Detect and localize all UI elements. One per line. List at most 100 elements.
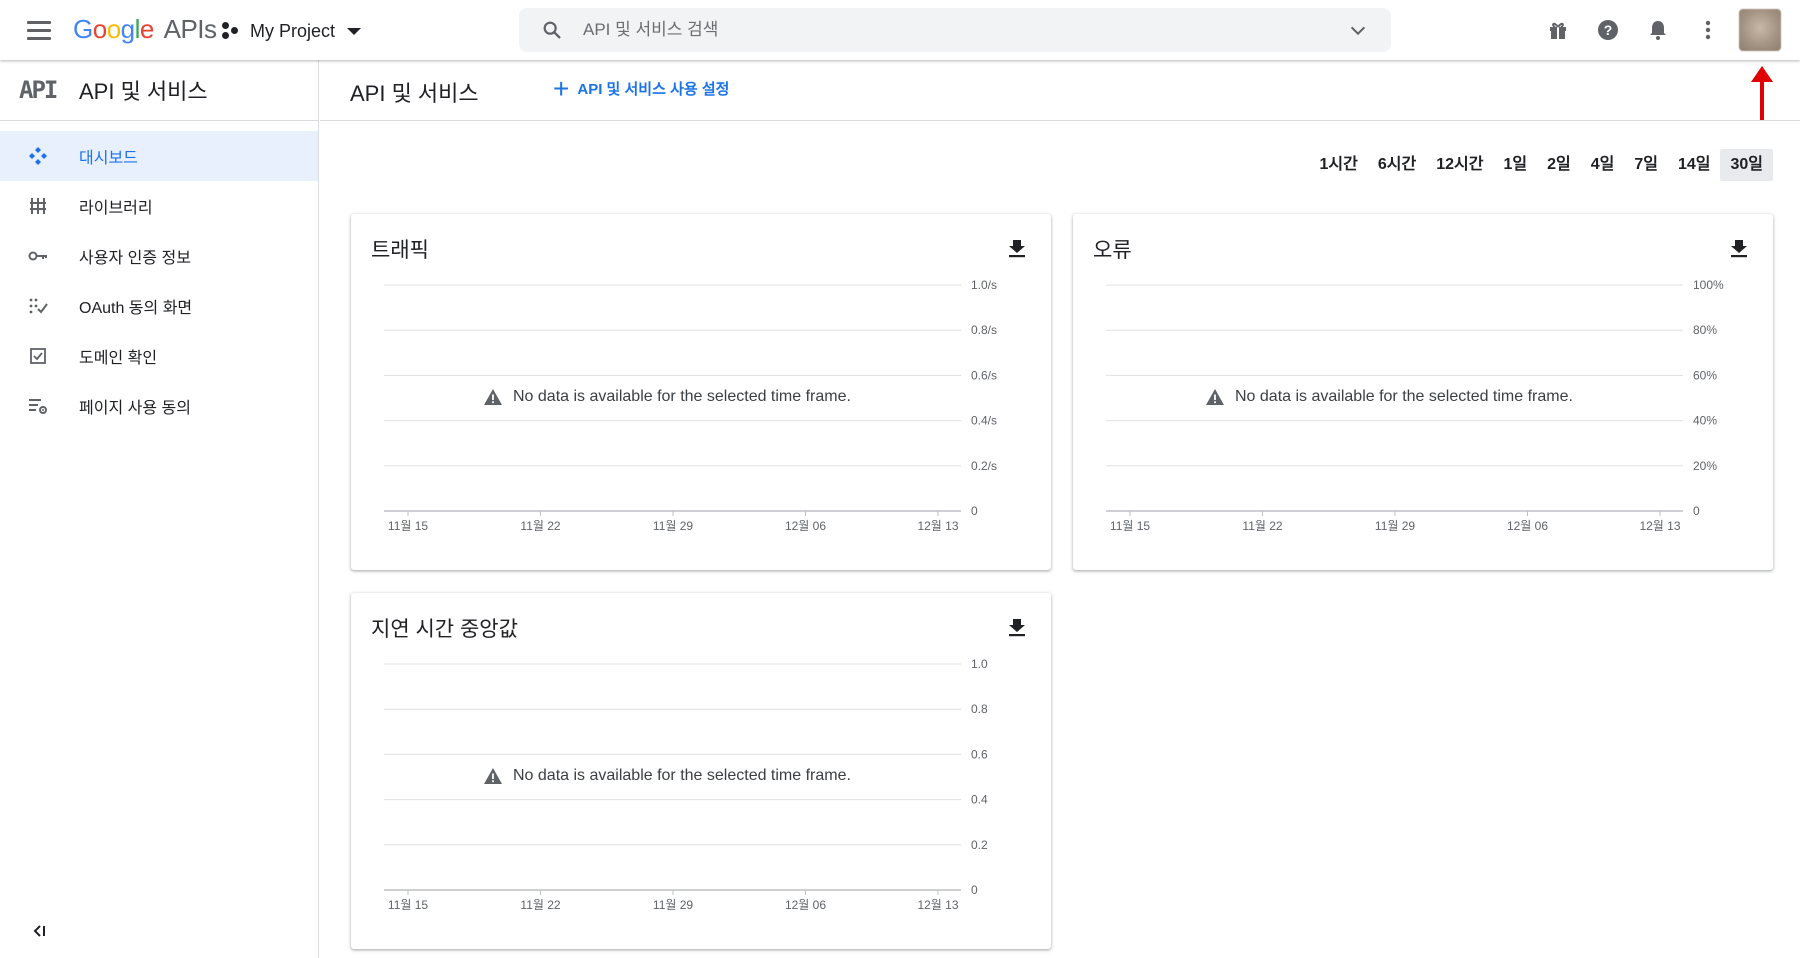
x-tick-label: 11월 15 xyxy=(388,898,429,912)
sidebar-item-label: 사용자 인증 정보 xyxy=(79,250,191,267)
time-range-5[interactable]: 4일 xyxy=(1581,149,1625,181)
no-data-text: No data is available for the selected ti… xyxy=(1235,388,1573,405)
sidebar-item-label: 대시보드 xyxy=(79,150,138,167)
bell-icon[interactable] xyxy=(1646,18,1670,42)
y-tick-label: 0 xyxy=(1693,504,1700,518)
x-tick-label: 12월 13 xyxy=(1639,519,1680,533)
time-range-selector: 1시간 6시간 12시간 1일 2일 4일 7일 14일 30일 xyxy=(1310,149,1773,181)
project-selector[interactable]: My Project xyxy=(222,18,362,44)
time-range-8[interactable]: 30일 xyxy=(1720,149,1773,181)
sidebar-item-label: 도메인 확인 xyxy=(79,350,158,367)
time-range-4[interactable]: 2일 xyxy=(1537,149,1581,181)
enable-apis-label: API 및 서비스 사용 설정 xyxy=(577,81,730,98)
y-tick-label: 100% xyxy=(1693,278,1724,292)
time-range-7[interactable]: 14일 xyxy=(1668,149,1721,181)
x-tick-label: 11월 22 xyxy=(520,898,561,912)
x-tick-label: 12월 13 xyxy=(917,519,958,533)
y-tick-label: 0.4/s xyxy=(971,414,997,428)
y-tick-label: 0.2 xyxy=(971,838,988,852)
y-tick-label: 80% xyxy=(1693,323,1717,337)
sidebar-item-oauth[interactable]: OAuth 동의 화면 xyxy=(0,281,318,331)
y-tick-label: 0.2/s xyxy=(971,459,997,473)
gift-icon[interactable] xyxy=(1546,18,1570,42)
y-tick-label: 1.0 xyxy=(971,657,988,671)
consent-icon xyxy=(29,298,48,314)
sidebar-item-library[interactable]: 라이브러리 xyxy=(0,181,318,231)
warning-icon xyxy=(484,768,502,784)
logo-letter: G xyxy=(73,14,93,44)
sidebar-header: API API 및 서비스 xyxy=(0,60,318,121)
logo-letter: o xyxy=(92,14,107,44)
more-vert-icon[interactable] xyxy=(1696,18,1720,42)
no-data-text: No data is available for the selected ti… xyxy=(513,767,851,784)
sidebar-nav: 대시보드 라이브러리 사용자 인증 정보 OAuth 동의 화면 도메인 확인 … xyxy=(0,131,318,431)
help-icon[interactable]: ? xyxy=(1596,18,1620,42)
x-tick-label: 12월 06 xyxy=(785,519,826,533)
y-tick-label: 20% xyxy=(1693,459,1717,473)
sidebar-item-domain[interactable]: 도메인 확인 xyxy=(0,331,318,381)
no-data-message: No data is available for the selected ti… xyxy=(483,388,851,406)
api-logo-icon: API xyxy=(19,77,59,103)
sidebar-item-label: 라이브러리 xyxy=(79,200,153,217)
dashboard-icon xyxy=(29,147,47,165)
x-tick-label: 11월 22 xyxy=(520,519,561,533)
time-range-6[interactable]: 7일 xyxy=(1624,149,1668,181)
x-tick-label: 12월 13 xyxy=(917,898,958,912)
google-apis-logo[interactable]: Google APIs xyxy=(73,14,217,45)
y-tick-label: 60% xyxy=(1693,368,1717,382)
logo-letter: e xyxy=(139,14,154,44)
logo-letter: g xyxy=(120,14,135,44)
project-name: My Project xyxy=(250,20,336,41)
page-title: API 및 서비스 xyxy=(350,81,479,106)
search-icon xyxy=(543,21,561,39)
errors-chart-card: 오류 0 20% 40% 60% 80% 100% 11월 15 11월 22 11월 29 12월… xyxy=(1073,214,1773,570)
y-tick-label: 0.8/s xyxy=(971,323,997,337)
top-bar: Google APIs My Project ? xyxy=(0,0,1800,60)
sidebar-title: API 및 서비스 xyxy=(79,79,208,104)
main-content: API 및 서비스 + API 및 서비스 사용 설정 1시간 6시간 12시간 1일… xyxy=(320,60,1800,958)
collapse-icon[interactable] xyxy=(29,922,47,940)
chevron-down-icon[interactable] xyxy=(1347,20,1369,42)
key-icon xyxy=(28,251,47,261)
x-tick-label: 11월 29 xyxy=(653,519,694,533)
x-tick-label: 12월 06 xyxy=(1507,519,1548,533)
logo-letter: o xyxy=(106,14,121,44)
api-logo-text: API xyxy=(19,77,57,103)
menu-icon[interactable] xyxy=(22,18,56,42)
time-range-1[interactable]: 6시간 xyxy=(1368,149,1426,181)
y-tick-label: 1.0/s xyxy=(971,278,997,292)
plus-icon: + xyxy=(553,72,570,104)
y-tick-label: 0 xyxy=(971,504,978,518)
sidebar-item-page-consent[interactable]: 페이지 사용 동의 xyxy=(0,381,318,431)
x-tick-label: 11월 15 xyxy=(1110,519,1151,533)
no-data-message: No data is available for the selected ti… xyxy=(1205,388,1573,406)
time-range-0[interactable]: 1시간 xyxy=(1310,149,1368,181)
y-tick-label: 0 xyxy=(971,883,978,897)
traffic-chart-card: 트래픽 0 0.2/s 0.4/s 0.6/s 0.8/s 1.0/s 11월 15 11월 2… xyxy=(351,214,1051,570)
checkbox-icon xyxy=(30,348,46,364)
warning-icon xyxy=(1206,389,1224,405)
logo-suffix: APIs xyxy=(163,14,217,44)
sidebar-item-label: OAuth 동의 화면 xyxy=(79,300,193,317)
y-tick-label: 0.6/s xyxy=(971,368,997,382)
sidebar-item-dashboard[interactable]: 대시보드 xyxy=(0,131,318,181)
no-data-message: No data is available for the selected ti… xyxy=(483,767,851,785)
library-icon xyxy=(30,198,46,214)
main-header: API 및 서비스 + API 및 서비스 사용 설정 xyxy=(320,60,1800,121)
x-tick-label: 11월 29 xyxy=(1375,519,1416,533)
warning-icon xyxy=(484,389,502,405)
no-data-text: No data is available for the selected ti… xyxy=(513,388,851,405)
x-tick-label: 12월 06 xyxy=(785,898,826,912)
avatar[interactable] xyxy=(1739,9,1781,51)
search-bar[interactable] xyxy=(519,8,1391,52)
dropdown-arrow-icon xyxy=(347,27,362,35)
time-range-3[interactable]: 1일 xyxy=(1493,149,1537,181)
enable-apis-button[interactable]: + API 및 서비스 사용 설정 xyxy=(553,72,730,104)
sidebar-item-label: 페이지 사용 동의 xyxy=(79,400,191,417)
x-tick-label: 11월 15 xyxy=(388,519,429,533)
red-arrow-annotation xyxy=(1751,66,1773,120)
sidebar-item-credentials[interactable]: 사용자 인증 정보 xyxy=(0,231,318,281)
time-range-2[interactable]: 12시간 xyxy=(1426,149,1493,181)
search-input[interactable] xyxy=(583,20,1323,40)
sidebar: API API 및 서비스 대시보드 라이브러리 사용자 인증 정보 OAuth… xyxy=(0,60,319,958)
